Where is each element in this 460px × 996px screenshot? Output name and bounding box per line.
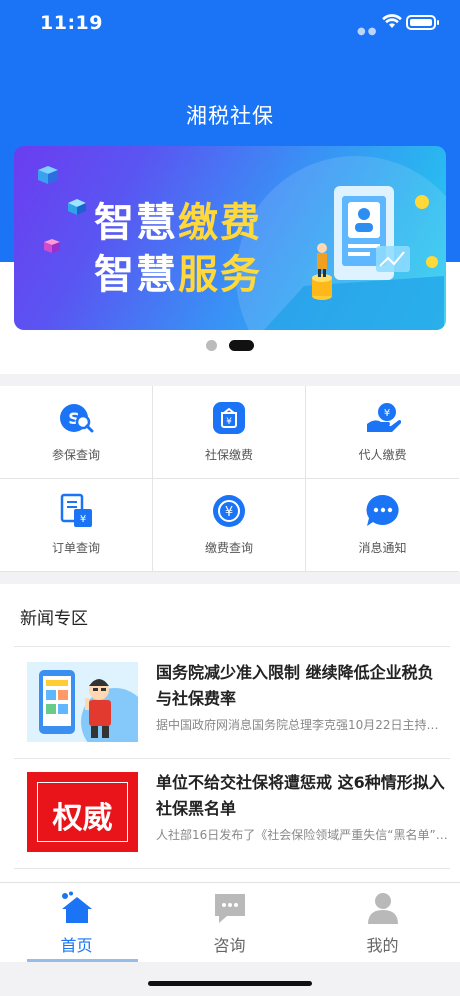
service-payment-query[interactable]: ¥ 缴费查询 xyxy=(153,479,306,572)
news-item[interactable]: 权威 单位不给交社保将遭惩戒 这6种情形拟入社保黑名单 人社部16日发布了《社会… xyxy=(0,758,460,868)
news-summary: 据中国政府网消息国务院总理李克强10月22日主持… xyxy=(156,718,439,732)
wallet-icon: ¥ xyxy=(213,402,245,434)
thumbnail-text: 权威 xyxy=(52,801,113,836)
news-headline: 国务院减少准入限制 继续降低企业税负与社保费率 xyxy=(156,663,434,708)
promo-banner[interactable]: 智慧缴费 智慧服务 xyxy=(14,146,446,330)
svg-text:¥: ¥ xyxy=(225,505,233,520)
news-item[interactable]: 国务院减少准入限制 继续降低企业税负与社保费率 据中国政府网消息国务院总理李克强… xyxy=(0,648,460,758)
battery-icon xyxy=(406,15,439,30)
news-thumbnail-authority: 权威 xyxy=(27,772,138,852)
news-thumbnail-phone-cartoon xyxy=(27,662,138,742)
status-bar: 11:19 ●● xyxy=(0,0,460,48)
order-doc-icon: ¥ xyxy=(60,493,92,527)
news-section: 新闻专区 国务院减少准入限制 继续降低企业税负与社保费率 据中国政府网消息国务院… xyxy=(0,584,460,884)
service-proxy-payment[interactable]: ¥ 代人缴费 xyxy=(306,386,459,479)
bottom-safe-area xyxy=(0,962,460,996)
tab-mine[interactable]: 我的 xyxy=(306,883,459,963)
search-card-icon: S xyxy=(60,404,94,433)
wifi-icon xyxy=(382,14,402,28)
service-social-payment[interactable]: ¥ 社保缴费 xyxy=(153,386,306,479)
pager-dot-2-active[interactable] xyxy=(229,340,254,351)
news-headline: 单位不给交社保将遭惩戒 这6种情形拟入社保黑名单 xyxy=(156,773,445,818)
divider xyxy=(14,868,450,869)
tab-consult[interactable]: 咨询 xyxy=(153,883,306,963)
service-label: 参保查询 xyxy=(51,448,100,462)
hand-coin-icon: ¥ xyxy=(366,403,401,432)
service-order-query[interactable]: ¥ 订单查询 xyxy=(0,479,153,572)
service-label: 社保缴费 xyxy=(204,448,253,462)
id-card-illustration-icon xyxy=(264,186,444,330)
news-summary: 人社部16日发布了《社会保险领域严重失信“黑名单”… xyxy=(156,828,448,842)
tab-label: 首页 xyxy=(60,936,93,955)
service-label: 消息通知 xyxy=(358,541,407,555)
service-label: 缴费查询 xyxy=(204,541,253,555)
cube-decoration-icon xyxy=(38,166,58,184)
bottom-tab-bar: 首页 咨询 我的 xyxy=(0,882,460,963)
consult-icon xyxy=(214,894,245,923)
home-indicator[interactable] xyxy=(148,981,312,986)
home-icon xyxy=(61,891,92,923)
pager-dot-1[interactable] xyxy=(206,340,217,351)
tab-home[interactable]: 首页 xyxy=(0,883,153,963)
service-grid: S 参保查询 ¥ 社保缴费 ¥ 代人缴费 ¥ 订单查询 ¥ 缴费查询 消息通知 xyxy=(0,386,460,572)
news-section-title: 新闻专区 xyxy=(20,609,88,629)
banner-line-2: 智慧服务 xyxy=(94,252,262,298)
service-insurance-query[interactable]: S 参保查询 xyxy=(0,386,153,479)
tab-label: 咨询 xyxy=(213,936,246,955)
service-label: 代人缴费 xyxy=(358,448,407,462)
svg-text:¥: ¥ xyxy=(226,417,232,427)
status-time: 11:19 xyxy=(40,12,103,34)
service-message-notify[interactable]: 消息通知 xyxy=(306,479,459,572)
tab-label: 我的 xyxy=(366,936,399,955)
page-title: 湘税社保 xyxy=(186,104,274,128)
yuan-circle-icon: ¥ xyxy=(213,495,245,527)
svg-text:¥: ¥ xyxy=(80,514,86,525)
signal-dots-icon: ●● xyxy=(357,26,379,37)
cube-decoration-icon xyxy=(68,199,86,215)
user-icon xyxy=(367,893,398,924)
banner-pager xyxy=(0,340,460,352)
chat-bubble-icon xyxy=(366,494,399,526)
cube-decoration-icon xyxy=(44,239,60,253)
banner-line-1: 智慧缴费 xyxy=(94,200,262,246)
divider xyxy=(14,646,450,647)
svg-text:¥: ¥ xyxy=(383,408,389,419)
service-label: 订单查询 xyxy=(51,541,100,555)
